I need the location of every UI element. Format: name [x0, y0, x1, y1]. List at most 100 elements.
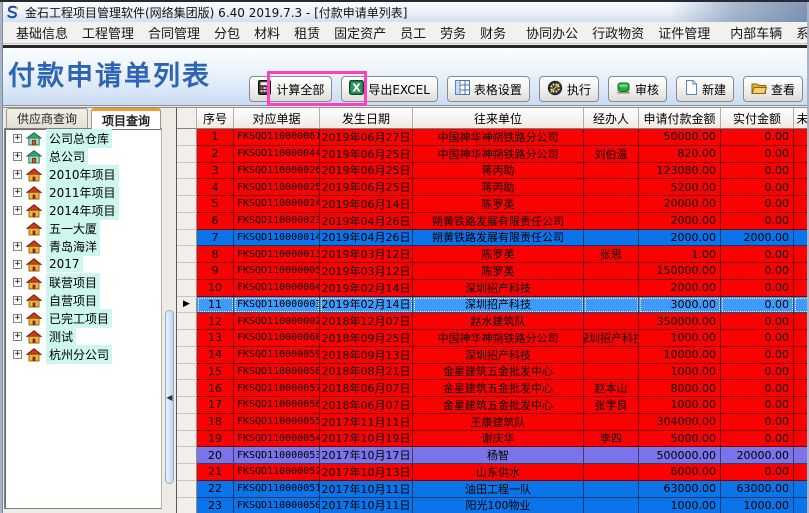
- cell-requested: 2000.00: [639, 213, 721, 230]
- toolbar-button-执行[interactable]: 执行: [539, 76, 599, 102]
- table-row[interactable]: 23FKSQD1100000502017年10月11日阳光100物业1000.0…: [177, 498, 809, 513]
- cell-paid: 0.00: [721, 414, 794, 431]
- cell-seq: 14: [197, 347, 234, 364]
- menu-item-工程管理[interactable]: 工程管理: [75, 21, 141, 44]
- expand-plus-icon[interactable]: +: [13, 278, 22, 287]
- table-row[interactable]: 6FKSQD1100000232019年04月26日朔黄铁路发展有限责任公司20…: [177, 213, 809, 230]
- toolbar-button-查看[interactable]: 查看: [743, 76, 803, 102]
- tab-项目查询[interactable]: 项目查询: [91, 108, 161, 129]
- table-row[interactable]: 15FKSQD1100000582018年08月21日金星建筑五金批发中心100…: [177, 364, 809, 381]
- tree-item-2014年项目[interactable]: +2014年项目: [5, 201, 161, 219]
- toolbar-button-导出EXCEL[interactable]: X导出EXCEL: [341, 76, 438, 102]
- tree-item-五一大厦[interactable]: 五一大厦: [5, 219, 161, 237]
- house-icon: [26, 167, 42, 181]
- toolbar-button-计算全部[interactable]: 计算全部: [249, 76, 332, 102]
- expand-plus-icon[interactable]: +: [13, 134, 22, 143]
- menu-item-财务[interactable]: 财务: [473, 21, 513, 44]
- table-row[interactable]: 20FKSQD1100000532017年10月17日杨智500000.0020…: [177, 447, 809, 464]
- cell-doc: FKSQD110000024: [234, 196, 320, 213]
- row-indicator-cell: [177, 364, 197, 381]
- toolbar-button-审核[interactable]: 审核: [608, 76, 667, 102]
- table-row[interactable]: 3FKSQD1100000262019年06月25日蒋丙助123080.000.…: [177, 163, 809, 180]
- table-row[interactable]: 21FKSQD1100000522017年10月13日山东供水6000.000.…: [177, 464, 809, 481]
- table-row[interactable]: 19FKSQD1100000542017年10月19日谢庆华李四5000.000…: [177, 431, 809, 448]
- table-row[interactable]: 1FKSQD1100000612019年06月27日中国神华神朔铁路分公司500…: [177, 129, 809, 146]
- menu-item-分包[interactable]: 分包: [207, 21, 247, 44]
- table-row[interactable]: 10FKSQD1100000042019年02月14日深圳招产科技2000.00…: [177, 280, 809, 297]
- tab-供应商查询[interactable]: 供应商查询: [6, 108, 88, 128]
- cell-date: 2018年08月21日: [320, 364, 413, 381]
- expand-plus-icon[interactable]: +: [13, 170, 22, 179]
- tree-item-自营项目[interactable]: +自营项目: [5, 291, 161, 309]
- tree-item-2010年项目[interactable]: +2010年项目: [5, 165, 161, 183]
- table-row[interactable]: 18FKSQD1100000552017年11月11日王康建筑队304000.0…: [177, 414, 809, 431]
- column-header-往来单位[interactable]: 往来单位: [413, 108, 584, 129]
- column-header-对应单据[interactable]: 对应单据: [234, 108, 320, 129]
- expand-plus-icon[interactable]: +: [13, 242, 22, 251]
- cell-date: 2019年02月14日: [320, 297, 413, 314]
- table-row[interactable]: 22FKSQD1100000512017年10月11日油田工程一队63000.0…: [177, 481, 809, 498]
- tree-item-已完工项目[interactable]: +已完工项目: [5, 309, 161, 327]
- tree-item-联营项目[interactable]: +联营项目: [5, 273, 161, 291]
- row-indicator-cell: [177, 464, 197, 481]
- table-row[interactable]: 14FKSQD1100000592018年09月13日深圳招产科技10000.0…: [177, 347, 809, 364]
- column-header-申请付款金额[interactable]: 申请付款金额: [639, 108, 721, 129]
- table-row[interactable]: 12FKSQD1100000022018年12月07日赵水建筑队350000.0…: [177, 313, 809, 330]
- expand-plus-icon[interactable]: +: [13, 350, 22, 359]
- menu-item-基础信息[interactable]: 基础信息: [9, 21, 75, 44]
- expand-plus-icon[interactable]: +: [13, 314, 22, 323]
- toolbar-button-新建[interactable]: 新建: [676, 76, 734, 102]
- sidebar-collapse-splitter[interactable]: ◀: [165, 310, 174, 484]
- column-header-经办人[interactable]: 经办人: [584, 108, 639, 129]
- table-row[interactable]: 7FKSQD1100000142019年04月26日朔黄铁路发展有限责任公司20…: [177, 230, 809, 247]
- menu-item-员工[interactable]: 员工: [393, 21, 433, 44]
- row-indicator-cell: [177, 431, 197, 448]
- menu-item-合同管理[interactable]: 合同管理: [141, 21, 207, 44]
- cell-paid: 20000.00: [721, 447, 794, 464]
- menu-item-固定资产[interactable]: 固定资产: [327, 21, 393, 44]
- table-row[interactable]: ▶11FKSQD1100000032019年02月14日深圳招产科技3000.0…: [177, 297, 809, 314]
- column-header-发生日期[interactable]: 发生日期: [320, 108, 413, 129]
- table-row[interactable]: 13FKSQD1100000602018年09月25日中国神华神朔铁路分公司深圳…: [177, 330, 809, 347]
- cell-doc: FKSQD110000026: [234, 163, 320, 180]
- button-label: 查看: [771, 81, 795, 98]
- menu-item-材料[interactable]: 材料: [247, 21, 287, 44]
- expand-plus-icon[interactable]: +: [13, 152, 22, 161]
- tree-item-公司总仓库[interactable]: +公司总仓库: [5, 129, 161, 147]
- button-label: 计算全部: [276, 81, 324, 98]
- table-row[interactable]: 8FKSQD1100000132019年03月12日陈罗英张思1.000.00: [177, 246, 809, 263]
- tree-item-杭州分公司[interactable]: +杭州分公司: [5, 345, 161, 363]
- menu-item-内部车辆[interactable]: 内部车辆: [723, 21, 789, 44]
- table-row[interactable]: 2FKSQD1100000442019年06月25日中国神华神朔铁路分公司刘伯温…: [177, 146, 809, 163]
- tree-item-label: 青岛海洋: [46, 237, 100, 256]
- tree-item-测试[interactable]: +测试: [5, 327, 161, 345]
- table-row[interactable]: 9FKSQD1100000052019年03月12日陈罗英150000.000.…: [177, 263, 809, 280]
- cell-unit: 金星建筑五金批发中心: [413, 397, 584, 414]
- expand-plus-icon[interactable]: +: [13, 206, 22, 215]
- menu-item-证件管理[interactable]: 证件管理: [651, 21, 717, 44]
- column-header-实付金额[interactable]: 实付金额: [721, 108, 794, 129]
- cell-agent: [584, 263, 639, 280]
- menu-item-租赁[interactable]: 租赁: [287, 21, 327, 44]
- tree-item-总公司[interactable]: +总公司: [5, 147, 161, 165]
- table-row[interactable]: 5FKSQD1100000242019年06月14日陈罗英20000.000.0…: [177, 196, 809, 213]
- tree-item-2017[interactable]: +2017: [5, 255, 161, 273]
- menu-bar: 基础信息工程管理合同管理分包材料租赁固定资产员工劳务财务协同办公行政物资证件管理…: [0, 22, 809, 44]
- toolbar-button-表格设置[interactable]: 表格设置: [447, 76, 530, 102]
- expand-plus-icon[interactable]: +: [13, 332, 22, 341]
- tree-item-青岛海洋[interactable]: + 青岛海洋: [5, 237, 161, 255]
- table-row[interactable]: 4FKSQD1100000252019年06月25日蒋丙助5200.000.00: [177, 179, 809, 196]
- menu-item-行政物资[interactable]: 行政物资: [585, 21, 651, 44]
- tree-item-2011年项目[interactable]: +2011年项目: [5, 183, 161, 201]
- title-bar: 金石工程项目管理软件(网络集团版) 6.40 2019.7.3 - [付款申请单…: [0, 2, 809, 22]
- expand-plus-icon[interactable]: +: [13, 296, 22, 305]
- expand-plus-icon[interactable]: +: [13, 260, 22, 269]
- table-row[interactable]: 17FKSQD1100000562018年06月07日金星建筑五金批发中心张学良…: [177, 397, 809, 414]
- column-header-序号[interactable]: 序号: [197, 108, 234, 129]
- menu-item-劳务[interactable]: 劳务: [433, 21, 473, 44]
- menu-item-协同办公[interactable]: 协同办公: [519, 21, 585, 44]
- expand-plus-icon[interactable]: +: [13, 188, 22, 197]
- cell-seq: 7: [197, 230, 234, 247]
- table-row[interactable]: 16FKSQD1100000572018年06月07日金星建筑五金批发中心赵本山…: [177, 380, 809, 397]
- row-indicator-cell: [177, 179, 197, 196]
